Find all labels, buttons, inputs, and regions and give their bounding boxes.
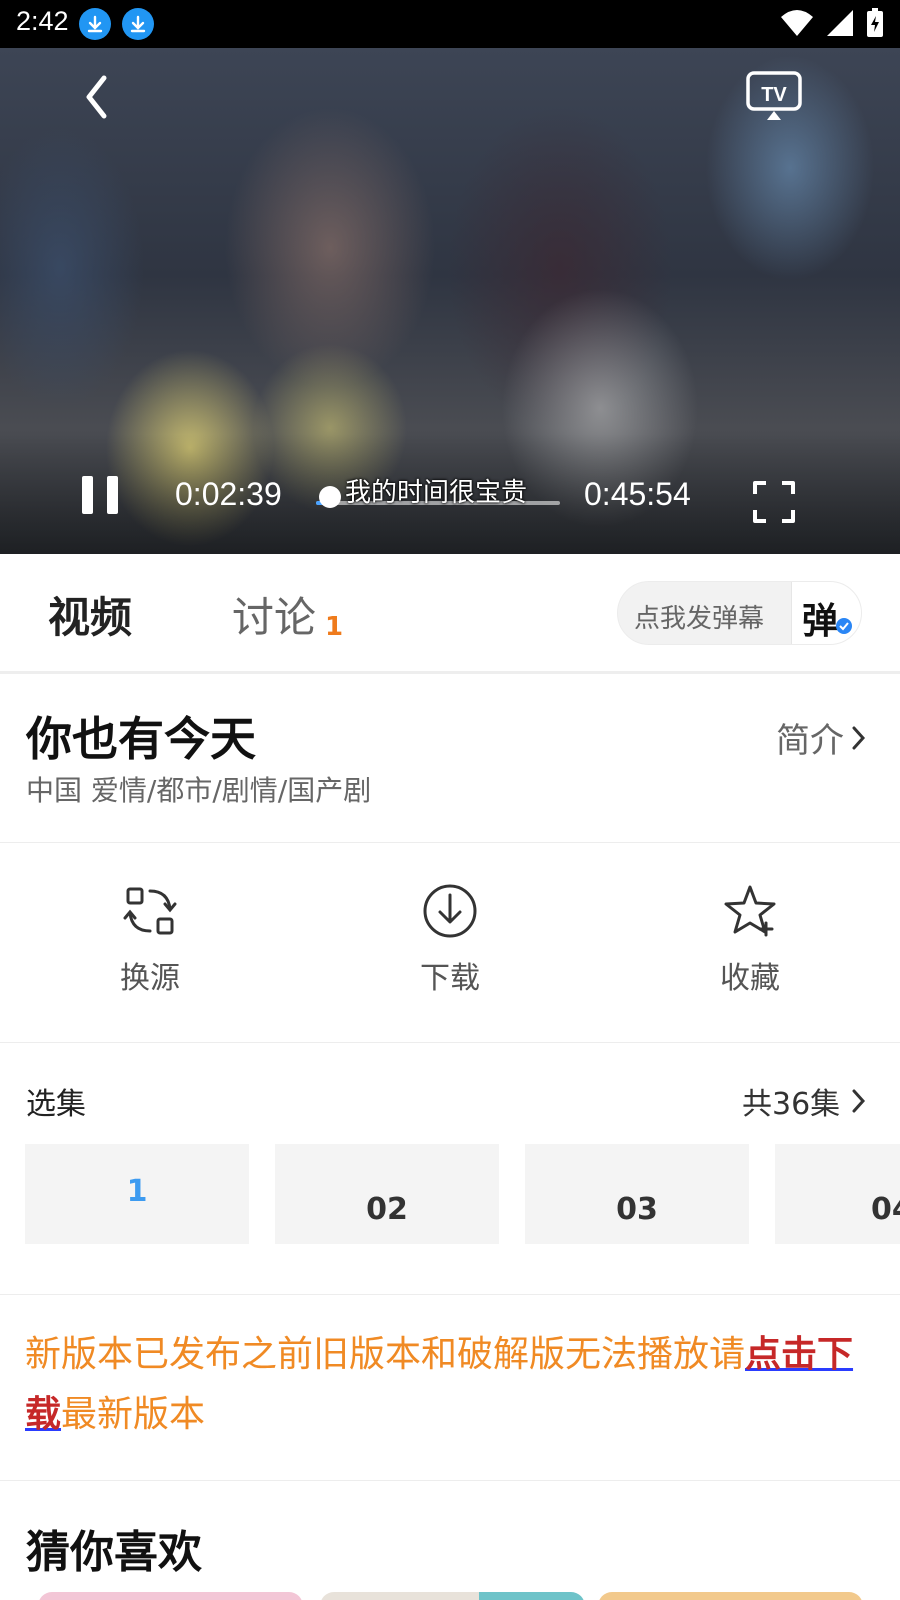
download-notification-icon <box>122 8 154 40</box>
recommend-thumbnail[interactable] <box>320 1592 585 1600</box>
notice-text-before: 新版本已发布之前旧版本和破解版无法播放请 <box>25 1334 746 1375</box>
episode-selector: 选集 共36集 1 02 03 04 <box>0 1043 900 1295</box>
episode-label: 02 <box>366 1192 408 1227</box>
show-info: 你也有今天 中国 爱情/都市/剧情/国产剧 简介 <box>0 677 900 843</box>
all-episodes-link[interactable]: 共36集 <box>742 1079 868 1123</box>
episode-item[interactable]: 1 <box>25 1144 249 1244</box>
recommend-thumbnail[interactable] <box>598 1592 863 1600</box>
episode-label: 1 <box>126 1174 148 1209</box>
download-icon <box>423 884 477 938</box>
episode-item[interactable]: 04 <box>775 1144 900 1244</box>
update-notice: 新版本已发布之前旧版本和破解版无法播放请点击下载最新版本 <box>0 1295 900 1481</box>
action-row: 换源 下载 收藏 <box>0 843 900 1043</box>
danmu-icon-char: 弹 <box>802 601 839 642</box>
notice-text: 新版本已发布之前旧版本和破解版无法播放请点击下载最新版本 <box>25 1325 865 1445</box>
danmu-input-button[interactable]: 点我发弹幕 弹 <box>617 581 862 645</box>
cellular-signal-icon <box>827 10 853 36</box>
switch-source-icon <box>123 887 177 935</box>
download-label: 下载 <box>420 961 480 996</box>
battery-charging-icon <box>867 8 883 37</box>
verified-check-icon <box>836 618 852 634</box>
subtitle-text: 我的时间很宝贵 <box>345 478 528 508</box>
recommend-title: 猜你喜欢 <box>26 1527 202 1578</box>
tab-discuss[interactable]: 讨论 <box>232 584 316 645</box>
episode-item[interactable]: 03 <box>525 1144 749 1244</box>
current-time: 0:02:39 <box>175 476 282 512</box>
status-bar: 2:42 <box>0 0 900 48</box>
favorite-button[interactable]: 收藏 <box>675 883 825 997</box>
chevron-right-icon <box>852 726 866 749</box>
episode-label: 03 <box>616 1192 658 1227</box>
svg-text:TV: TV <box>761 84 787 106</box>
favorite-star-icon <box>724 885 776 937</box>
discuss-count-badge: 1 <box>325 612 344 642</box>
tab-bar: 视频 讨论 1 点我发弹幕 弹 <box>0 554 900 674</box>
seek-thumb[interactable] <box>319 486 342 508</box>
status-time: 2:42 <box>16 6 69 36</box>
video-player[interactable]: TV 0:02:39 我的时间很宝贵 0:45:54 <box>0 48 900 554</box>
pause-button[interactable] <box>78 472 122 520</box>
intro-label: 简介 <box>776 721 844 761</box>
danmu-placeholder: 点我发弹幕 <box>634 604 765 634</box>
intro-link[interactable]: 简介 <box>776 713 868 762</box>
download-notification-icon <box>79 8 111 40</box>
episode-label: 04 <box>871 1192 900 1227</box>
episodes-total: 共36集 <box>742 1087 841 1122</box>
back-arrow-icon[interactable] <box>74 70 124 124</box>
favorite-label: 收藏 <box>720 961 780 996</box>
danmu-toggle-icon[interactable]: 弹 <box>791 582 861 644</box>
episodes-heading: 选集 <box>26 1087 86 1122</box>
switch-source-button[interactable]: 换源 <box>75 883 225 997</box>
total-time: 0:45:54 <box>584 476 691 512</box>
recommend-thumbnail[interactable] <box>38 1592 303 1600</box>
wifi-icon <box>781 10 813 36</box>
show-title: 你也有今天 <box>26 712 256 766</box>
switch-source-label: 换源 <box>120 961 180 996</box>
tab-video[interactable]: 视频 <box>48 584 132 645</box>
chevron-right-icon <box>852 1089 866 1113</box>
fullscreen-icon[interactable] <box>752 480 796 524</box>
download-button[interactable]: 下载 <box>375 883 525 997</box>
show-meta: 中国 爱情/都市/剧情/国产剧 <box>26 774 372 807</box>
episode-item[interactable]: 02 <box>275 1144 499 1244</box>
notice-text-after: 最新版本 <box>61 1394 206 1435</box>
tv-cast-icon[interactable]: TV <box>745 70 803 122</box>
